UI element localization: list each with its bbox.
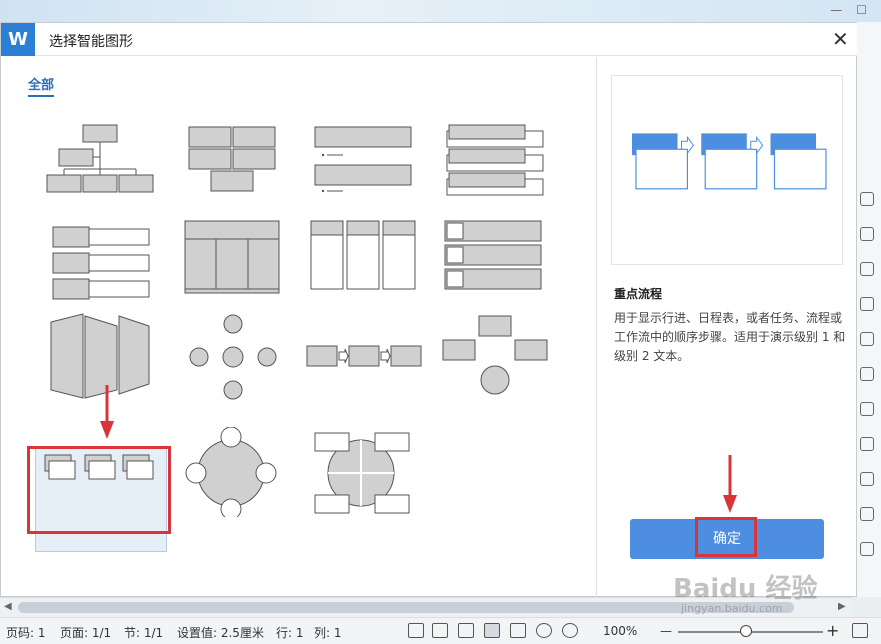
- read-mode-icon[interactable]: [432, 623, 448, 638]
- template-org-chart[interactable]: [37, 121, 165, 211]
- page-code: 页码: 1: [6, 626, 46, 640]
- layout-icon[interactable]: [860, 402, 874, 416]
- template-cycle-circle[interactable]: [169, 426, 297, 520]
- shape-icon[interactable]: [860, 227, 874, 241]
- template-picture-list[interactable]: [433, 217, 561, 307]
- setting-value: 设置值: 2.5厘米: [177, 626, 264, 640]
- comment-icon[interactable]: [860, 297, 874, 311]
- col-info: 列: 1: [314, 626, 342, 640]
- zoom-out-icon[interactable]: —: [660, 624, 672, 638]
- template-name: 重点流程: [614, 287, 663, 301]
- template-converging[interactable]: [433, 312, 561, 402]
- tab-all[interactable]: 全部: [28, 74, 55, 97]
- template-preview: [611, 75, 843, 265]
- annotation-arrow-ok: [723, 455, 737, 513]
- eye-protect-icon[interactable]: [562, 623, 578, 638]
- web-view-icon[interactable]: [536, 623, 552, 638]
- share-icon[interactable]: [860, 542, 874, 556]
- page-count: 页面: 1/1: [60, 626, 112, 640]
- page-view-icon[interactable]: [484, 623, 500, 638]
- watermark-url: jingyan.baidu.com: [681, 602, 783, 615]
- template-layered-list[interactable]: [433, 121, 561, 211]
- pane-divider: [596, 57, 597, 598]
- selection-highlight: [27, 446, 171, 534]
- minimize-icon[interactable]: —: [830, 3, 842, 17]
- template-description: 用于显示行进、日程表，或者任务、流程或工作流中的顺序步骤。适用于演示级别 1 和…: [614, 311, 846, 363]
- status-bar: 页码: 1 页面: 1/1 节: 1/1 设置值: 2.5厘米 行: 1 列: …: [0, 617, 881, 644]
- zoom-level[interactable]: 100%: [603, 624, 637, 638]
- edit-icon[interactable]: [860, 192, 874, 206]
- annotation-arrow: [100, 385, 114, 439]
- template-table-blocks[interactable]: [169, 217, 297, 307]
- template-column-list[interactable]: [301, 217, 429, 307]
- template-basic-process[interactable]: [301, 312, 429, 402]
- maximize-icon[interactable]: ☐: [856, 3, 867, 17]
- scroll-right-icon[interactable]: ▶: [838, 601, 846, 612]
- template-radial[interactable]: [169, 312, 297, 402]
- app-title-area: — ☐: [0, 0, 881, 22]
- table-icon[interactable]: [860, 367, 874, 381]
- row-info: 行: 1: [276, 626, 304, 640]
- window-controls: — ☐: [830, 3, 867, 17]
- section-info: 节: 1/1: [124, 626, 164, 640]
- template-quadrant-cycle[interactable]: [301, 427, 429, 517]
- template-bullet-list[interactable]: [37, 217, 165, 307]
- wps-logo-icon: W: [1, 23, 35, 56]
- format-icon[interactable]: [860, 332, 874, 346]
- dialog-title: 选择智能图形: [49, 34, 133, 50]
- export-icon[interactable]: [860, 472, 874, 486]
- fullscreen-icon[interactable]: [408, 623, 424, 638]
- smart-graphic-dialog: W 选择智能图形 ✕ 全部 重点流程 用于显示行进、日程表，或者任务、流程或工作…: [0, 22, 857, 615]
- template-grid-blocks[interactable]: [169, 121, 297, 211]
- close-icon[interactable]: ✕: [832, 27, 849, 51]
- resize-icon[interactable]: [860, 437, 874, 451]
- template-gallery: 全部: [1, 57, 596, 598]
- watermark-logo: Baidu 经验: [673, 574, 818, 604]
- print-icon[interactable]: [860, 507, 874, 521]
- dialog-titlebar: W 选择智能图形 ✕: [1, 23, 857, 56]
- outline-icon[interactable]: [510, 623, 526, 638]
- zoom-slider-handle[interactable]: [740, 625, 752, 637]
- style-icon[interactable]: [860, 262, 874, 276]
- template-stacked-list[interactable]: [301, 121, 429, 211]
- scroll-left-icon[interactable]: ◀: [4, 601, 12, 612]
- ok-highlight: [695, 517, 757, 557]
- zoom-in-icon[interactable]: +: [826, 621, 839, 640]
- write-mode-icon[interactable]: [458, 623, 474, 638]
- fit-page-icon[interactable]: [852, 623, 868, 638]
